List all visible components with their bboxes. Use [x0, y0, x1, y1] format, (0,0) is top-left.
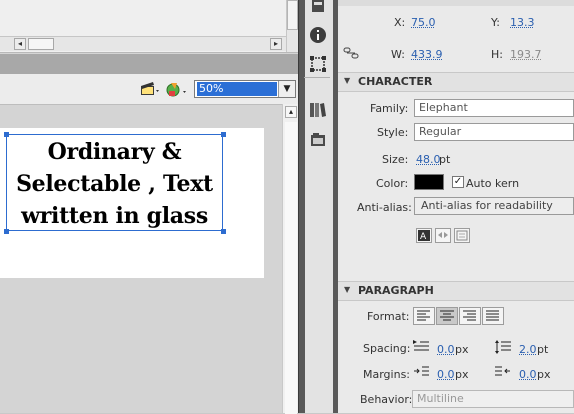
text-line: Ordinary & — [47, 139, 182, 165]
paragraph-section-header[interactable]: ▼ PARAGRAPH — [338, 281, 574, 301]
font-style-dropdown[interactable]: Regular — [414, 123, 574, 141]
left-margin-value[interactable]: 0.0 — [437, 368, 455, 381]
y-value[interactable]: 13.3 — [510, 16, 535, 29]
components-icon[interactable] — [308, 130, 328, 150]
format-label: Format: — [367, 310, 410, 323]
align-center-button[interactable] — [436, 307, 458, 325]
chevron-down-icon[interactable]: ▼ — [278, 81, 295, 97]
stage-vertical-scrollbar[interactable]: ▴ — [282, 104, 299, 414]
family-label: Family: — [370, 102, 409, 115]
antialias-label: Anti-alias: — [357, 201, 412, 214]
edit-symbols-icon[interactable] — [165, 80, 189, 98]
y-label: Y: — [491, 16, 500, 29]
font-family-dropdown[interactable]: Elephant — [414, 99, 574, 117]
auto-kern-label: Auto kern — [466, 177, 520, 190]
line-spacing-value[interactable]: 2.0 — [519, 343, 537, 356]
line-spacing-icon — [494, 339, 512, 355]
align-right-button[interactable] — [459, 307, 481, 325]
library-icon[interactable] — [308, 100, 328, 120]
indent-value[interactable]: 0.0 — [437, 343, 455, 356]
stage-text-content[interactable]: Ordinary & Selectable , Text written in … — [6, 136, 223, 232]
divider — [304, 77, 330, 78]
collapse-triangle-icon[interactable]: ▼ — [344, 76, 350, 85]
section-title: PARAGRAPH — [358, 284, 434, 297]
render-html-button[interactable] — [435, 228, 451, 243]
w-value[interactable]: 433.9 — [411, 48, 443, 61]
indent-unit: px — [455, 343, 469, 356]
indent-icon — [412, 340, 430, 354]
h-label: H: — [491, 48, 503, 61]
scroll-left-button[interactable]: ◂ — [14, 38, 26, 50]
scroll-thumb[interactable] — [28, 38, 54, 50]
behavior-label: Behavior: — [360, 393, 413, 406]
right-margin-icon — [494, 365, 512, 379]
auto-kern-checkbox[interactable]: ✓ — [452, 176, 464, 188]
edit-bar — [0, 54, 298, 74]
margins-label: Margins: — [363, 368, 411, 381]
style-label: Style: — [377, 126, 409, 139]
file-icon[interactable] — [308, 0, 328, 20]
text-color-swatch[interactable] — [414, 174, 444, 190]
left-margin-icon — [412, 365, 430, 379]
selectable-text-button[interactable]: A — [416, 228, 432, 243]
scroll-right-button[interactable]: ▸ — [270, 38, 282, 50]
svg-text:A: A — [420, 232, 427, 242]
x-value[interactable]: 75.0 — [411, 16, 436, 29]
left-margin-unit: px — [455, 368, 469, 381]
behavior-dropdown[interactable]: Multiline — [412, 390, 574, 408]
collapse-triangle-icon[interactable]: ▼ — [344, 285, 350, 294]
align-left-button[interactable] — [413, 307, 435, 325]
section-title: CHARACTER — [358, 75, 433, 88]
justify-button[interactable] — [482, 307, 504, 325]
zoom-combobox[interactable]: 50% ▼ — [194, 80, 296, 98]
edit-scene-icon[interactable] — [140, 81, 160, 97]
size-label: Size: — [382, 153, 409, 166]
zoom-input[interactable]: 50% — [197, 82, 277, 96]
text-line: written in glass — [21, 203, 208, 229]
antialias-dropdown[interactable]: Anti-alias for readability — [414, 197, 574, 215]
stage-scroll-track[interactable] — [285, 122, 297, 414]
show-border-button[interactable] — [454, 228, 470, 243]
font-size-value[interactable]: 48.0 — [416, 153, 441, 166]
h-value: 193.7 — [510, 48, 542, 61]
right-margin-unit: px — [537, 368, 551, 381]
spacing-label: Spacing: — [363, 342, 411, 355]
w-label: W: — [391, 48, 405, 61]
x-label: X: — [394, 16, 406, 29]
font-size-unit: pt — [439, 153, 451, 166]
link-icon[interactable] — [343, 46, 359, 60]
line-spacing-unit: pt — [537, 343, 549, 356]
timeline-scroll-thumb[interactable] — [287, 0, 298, 30]
character-section-header[interactable]: ▼ CHARACTER — [338, 72, 574, 92]
timeline-horizontal-scrollbar[interactable]: ◂ ▸ — [0, 36, 286, 51]
text-line: Selectable , Text — [16, 171, 213, 197]
right-margin-value[interactable]: 0.0 — [519, 368, 537, 381]
info-icon[interactable] — [308, 25, 328, 45]
scroll-up-button[interactable]: ▴ — [285, 106, 297, 118]
transform-icon[interactable] — [308, 54, 328, 74]
color-label: Color: — [376, 177, 409, 190]
